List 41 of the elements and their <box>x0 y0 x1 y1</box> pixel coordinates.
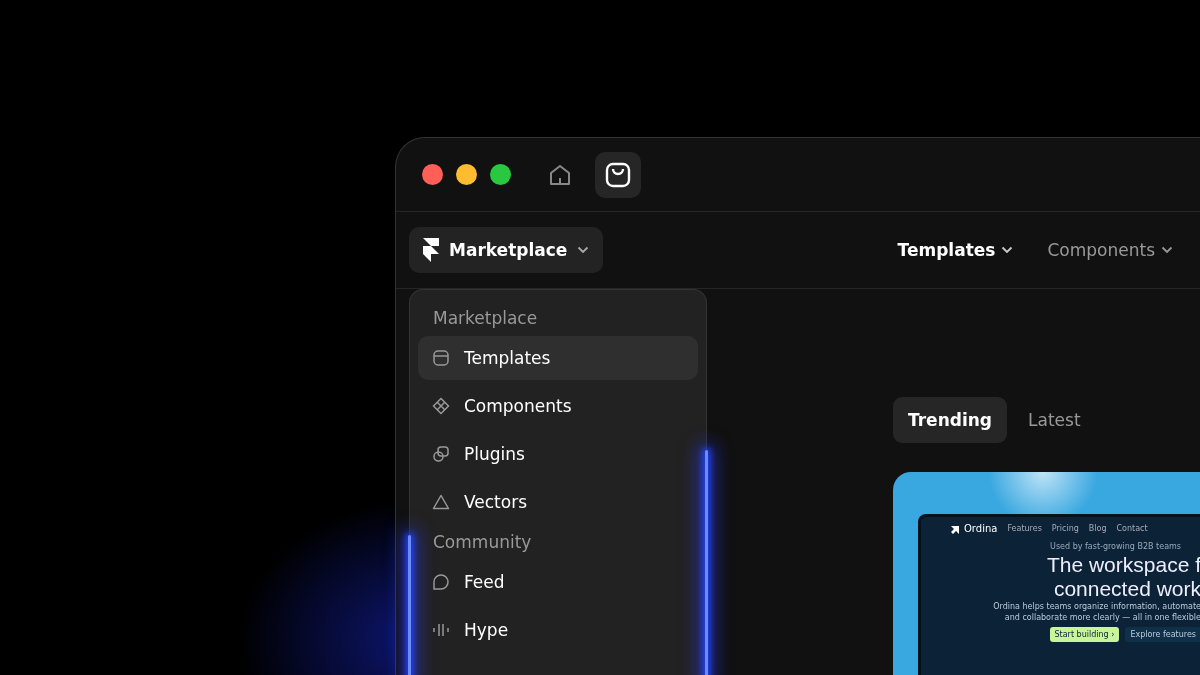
preview-button: Start building › <box>1049 627 1120 642</box>
overlap-squares-icon <box>432 445 450 463</box>
nav-link[interactable]: Components <box>1047 240 1173 260</box>
logo-icon <box>423 238 439 262</box>
chevron-down-icon <box>1001 246 1014 254</box>
speech-bubble-icon <box>432 573 450 591</box>
shopping-bag-icon <box>605 161 631 188</box>
preview-button: Explore features <box>1125 627 1200 642</box>
layout-icon <box>432 349 450 367</box>
menu-item[interactable]: Feed <box>418 560 698 604</box>
home-icon <box>548 162 572 187</box>
preview-nav-link: Features <box>1007 524 1042 533</box>
maximize-button[interactable] <box>490 164 511 185</box>
section-heading: Community <box>432 531 533 554</box>
menu-item[interactable]: Components <box>418 384 698 428</box>
preview-description: Ordina helps teams organize information, automate <box>993 601 1200 612</box>
arrow-icon <box>951 523 961 534</box>
menu-item[interactable]: Vectors <box>418 480 698 524</box>
preview-nav-link: Blog <box>1088 524 1107 533</box>
brand-name: Ordina <box>964 523 998 534</box>
close-button[interactable] <box>422 164 443 185</box>
filter-tab[interactable]: Trending <box>893 397 1007 443</box>
bars-icon <box>432 621 450 639</box>
menu-item[interactable]: Plugins <box>418 432 698 476</box>
diamond-icon <box>432 397 450 415</box>
preview-nav-link: Contact <box>1116 524 1148 533</box>
template-card[interactable] <box>893 472 1200 675</box>
marketplace-menu-button[interactable]: Marketplace <box>409 227 604 273</box>
filter-tab[interactable]: Latest <box>1013 397 1096 443</box>
minimize-button[interactable] <box>456 164 477 185</box>
section-heading: Marketplace <box>432 307 539 330</box>
toolbar-button[interactable] <box>595 151 641 198</box>
menu-item[interactable]: Templates <box>418 336 698 380</box>
triangle-icon <box>432 493 450 511</box>
preview-eyebrow: Used by fast-growing B2B teams <box>1050 542 1181 551</box>
menu-item[interactable]: Hype <box>418 608 698 652</box>
preview-nav-link: Pricing <box>1051 524 1079 533</box>
nav-link[interactable]: Templates <box>897 240 1014 260</box>
chevron-down-icon <box>577 246 590 254</box>
preview-description: and collaborate more clearly — all in one flexible <box>1004 612 1200 623</box>
chevron-down-icon <box>1161 246 1173 254</box>
